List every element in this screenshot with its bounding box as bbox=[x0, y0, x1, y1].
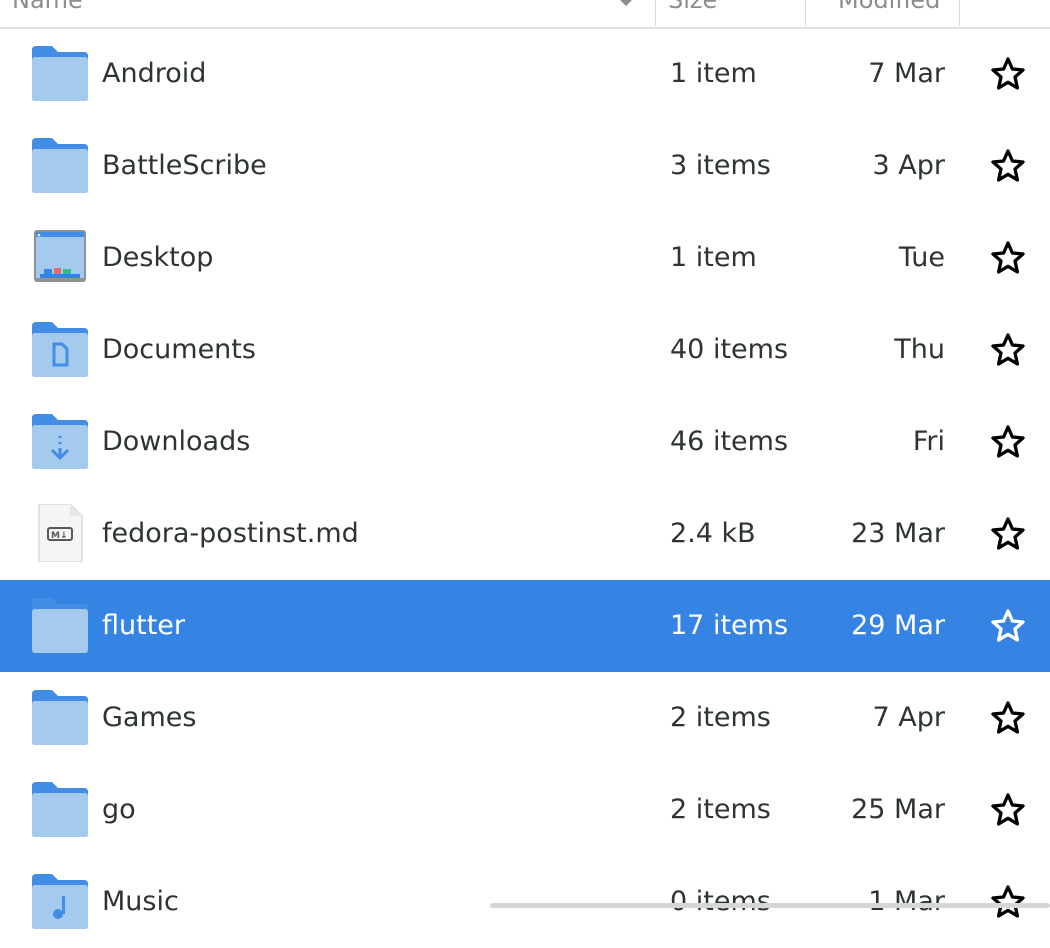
file-name: flutter bbox=[102, 610, 186, 641]
folder-icon bbox=[30, 780, 90, 838]
column-header-size[interactable]: Size bbox=[655, 0, 805, 26]
file-name: Games bbox=[102, 702, 197, 733]
file-modified: 23 Mar bbox=[851, 518, 945, 549]
file-name: go bbox=[102, 794, 136, 825]
file-size: 1 item bbox=[670, 242, 757, 273]
star-icon[interactable] bbox=[990, 792, 1026, 828]
star-icon[interactable] bbox=[990, 424, 1026, 460]
file-row[interactable]: go 2 items 25 Mar bbox=[0, 764, 1050, 856]
file-name: Desktop bbox=[102, 242, 214, 273]
file-name: Android bbox=[102, 58, 207, 89]
star-icon[interactable] bbox=[990, 332, 1026, 368]
column-header: Name Size Modified bbox=[0, 0, 1050, 29]
file-row[interactable]: flutter 17 items 29 Mar bbox=[0, 580, 1050, 672]
file-size: 17 items bbox=[670, 610, 789, 641]
file-size: 40 items bbox=[670, 334, 789, 365]
downloads-folder-icon bbox=[30, 412, 90, 470]
column-header-name[interactable]: Name bbox=[12, 0, 652, 26]
star-icon[interactable] bbox=[990, 608, 1026, 644]
file-row[interactable]: Documents 40 items Thu bbox=[0, 304, 1050, 396]
file-name: Downloads bbox=[102, 426, 251, 457]
markdown-file-icon: M↓ bbox=[30, 503, 90, 563]
file-row[interactable]: Downloads 46 items Fri bbox=[0, 396, 1050, 488]
file-modified: 29 Mar bbox=[851, 610, 945, 641]
folder-icon bbox=[30, 596, 90, 654]
folder-icon bbox=[30, 136, 90, 194]
file-size: 2 items bbox=[670, 794, 771, 825]
file-name: BattleScribe bbox=[102, 150, 267, 181]
file-modified: 7 Mar bbox=[868, 58, 945, 89]
music-folder-icon bbox=[30, 872, 90, 930]
file-name: Documents bbox=[102, 334, 256, 365]
file-modified: Fri bbox=[912, 426, 945, 457]
file-size: 46 items bbox=[670, 426, 789, 457]
star-icon[interactable] bbox=[990, 516, 1026, 552]
file-size: 1 item bbox=[670, 58, 757, 89]
folder-icon bbox=[30, 44, 90, 102]
documents-folder-icon bbox=[30, 320, 90, 378]
file-modified: Tue bbox=[898, 242, 945, 273]
file-row[interactable]: Android 1 item 7 Mar bbox=[0, 28, 1050, 120]
star-icon[interactable] bbox=[990, 148, 1026, 184]
file-row[interactable]: Music 0 items 1 Mar bbox=[0, 856, 1050, 948]
file-row[interactable]: Games 2 items 7 Apr bbox=[0, 672, 1050, 764]
star-icon[interactable] bbox=[990, 56, 1026, 92]
file-row[interactable]: M↓ fedora-postinst.md 2.4 kB 23 Mar bbox=[0, 488, 1050, 580]
file-row[interactable]: Desktop 1 item Tue bbox=[0, 212, 1050, 304]
star-icon[interactable] bbox=[990, 700, 1026, 736]
file-size: 3 items bbox=[670, 150, 771, 181]
file-name: Music bbox=[102, 886, 179, 917]
file-modified: Thu bbox=[894, 334, 945, 365]
sort-descending-icon[interactable] bbox=[617, 0, 635, 6]
file-modified: 25 Mar bbox=[851, 794, 945, 825]
horizontal-scrollbar[interactable] bbox=[490, 903, 1050, 908]
folder-icon bbox=[30, 688, 90, 746]
file-name: fedora-postinst.md bbox=[102, 518, 359, 549]
file-modified: 3 Apr bbox=[872, 150, 945, 181]
file-list: Android 1 item 7 Mar BattleScribe 3 items 3 A… bbox=[0, 28, 1050, 948]
star-icon[interactable] bbox=[990, 884, 1026, 920]
desktop-folder-icon bbox=[30, 228, 90, 286]
file-modified: 7 Apr bbox=[872, 702, 945, 733]
file-size: 2 items bbox=[670, 702, 771, 733]
file-size: 2.4 kB bbox=[670, 518, 756, 549]
file-row[interactable]: BattleScribe 3 items 3 Apr bbox=[0, 120, 1050, 212]
column-header-modified[interactable]: Modified bbox=[805, 0, 960, 26]
svg-text:M↓: M↓ bbox=[51, 531, 68, 541]
star-icon[interactable] bbox=[990, 240, 1026, 276]
file-size: 0 items bbox=[670, 886, 771, 917]
file-modified: 1 Mar bbox=[868, 886, 945, 917]
